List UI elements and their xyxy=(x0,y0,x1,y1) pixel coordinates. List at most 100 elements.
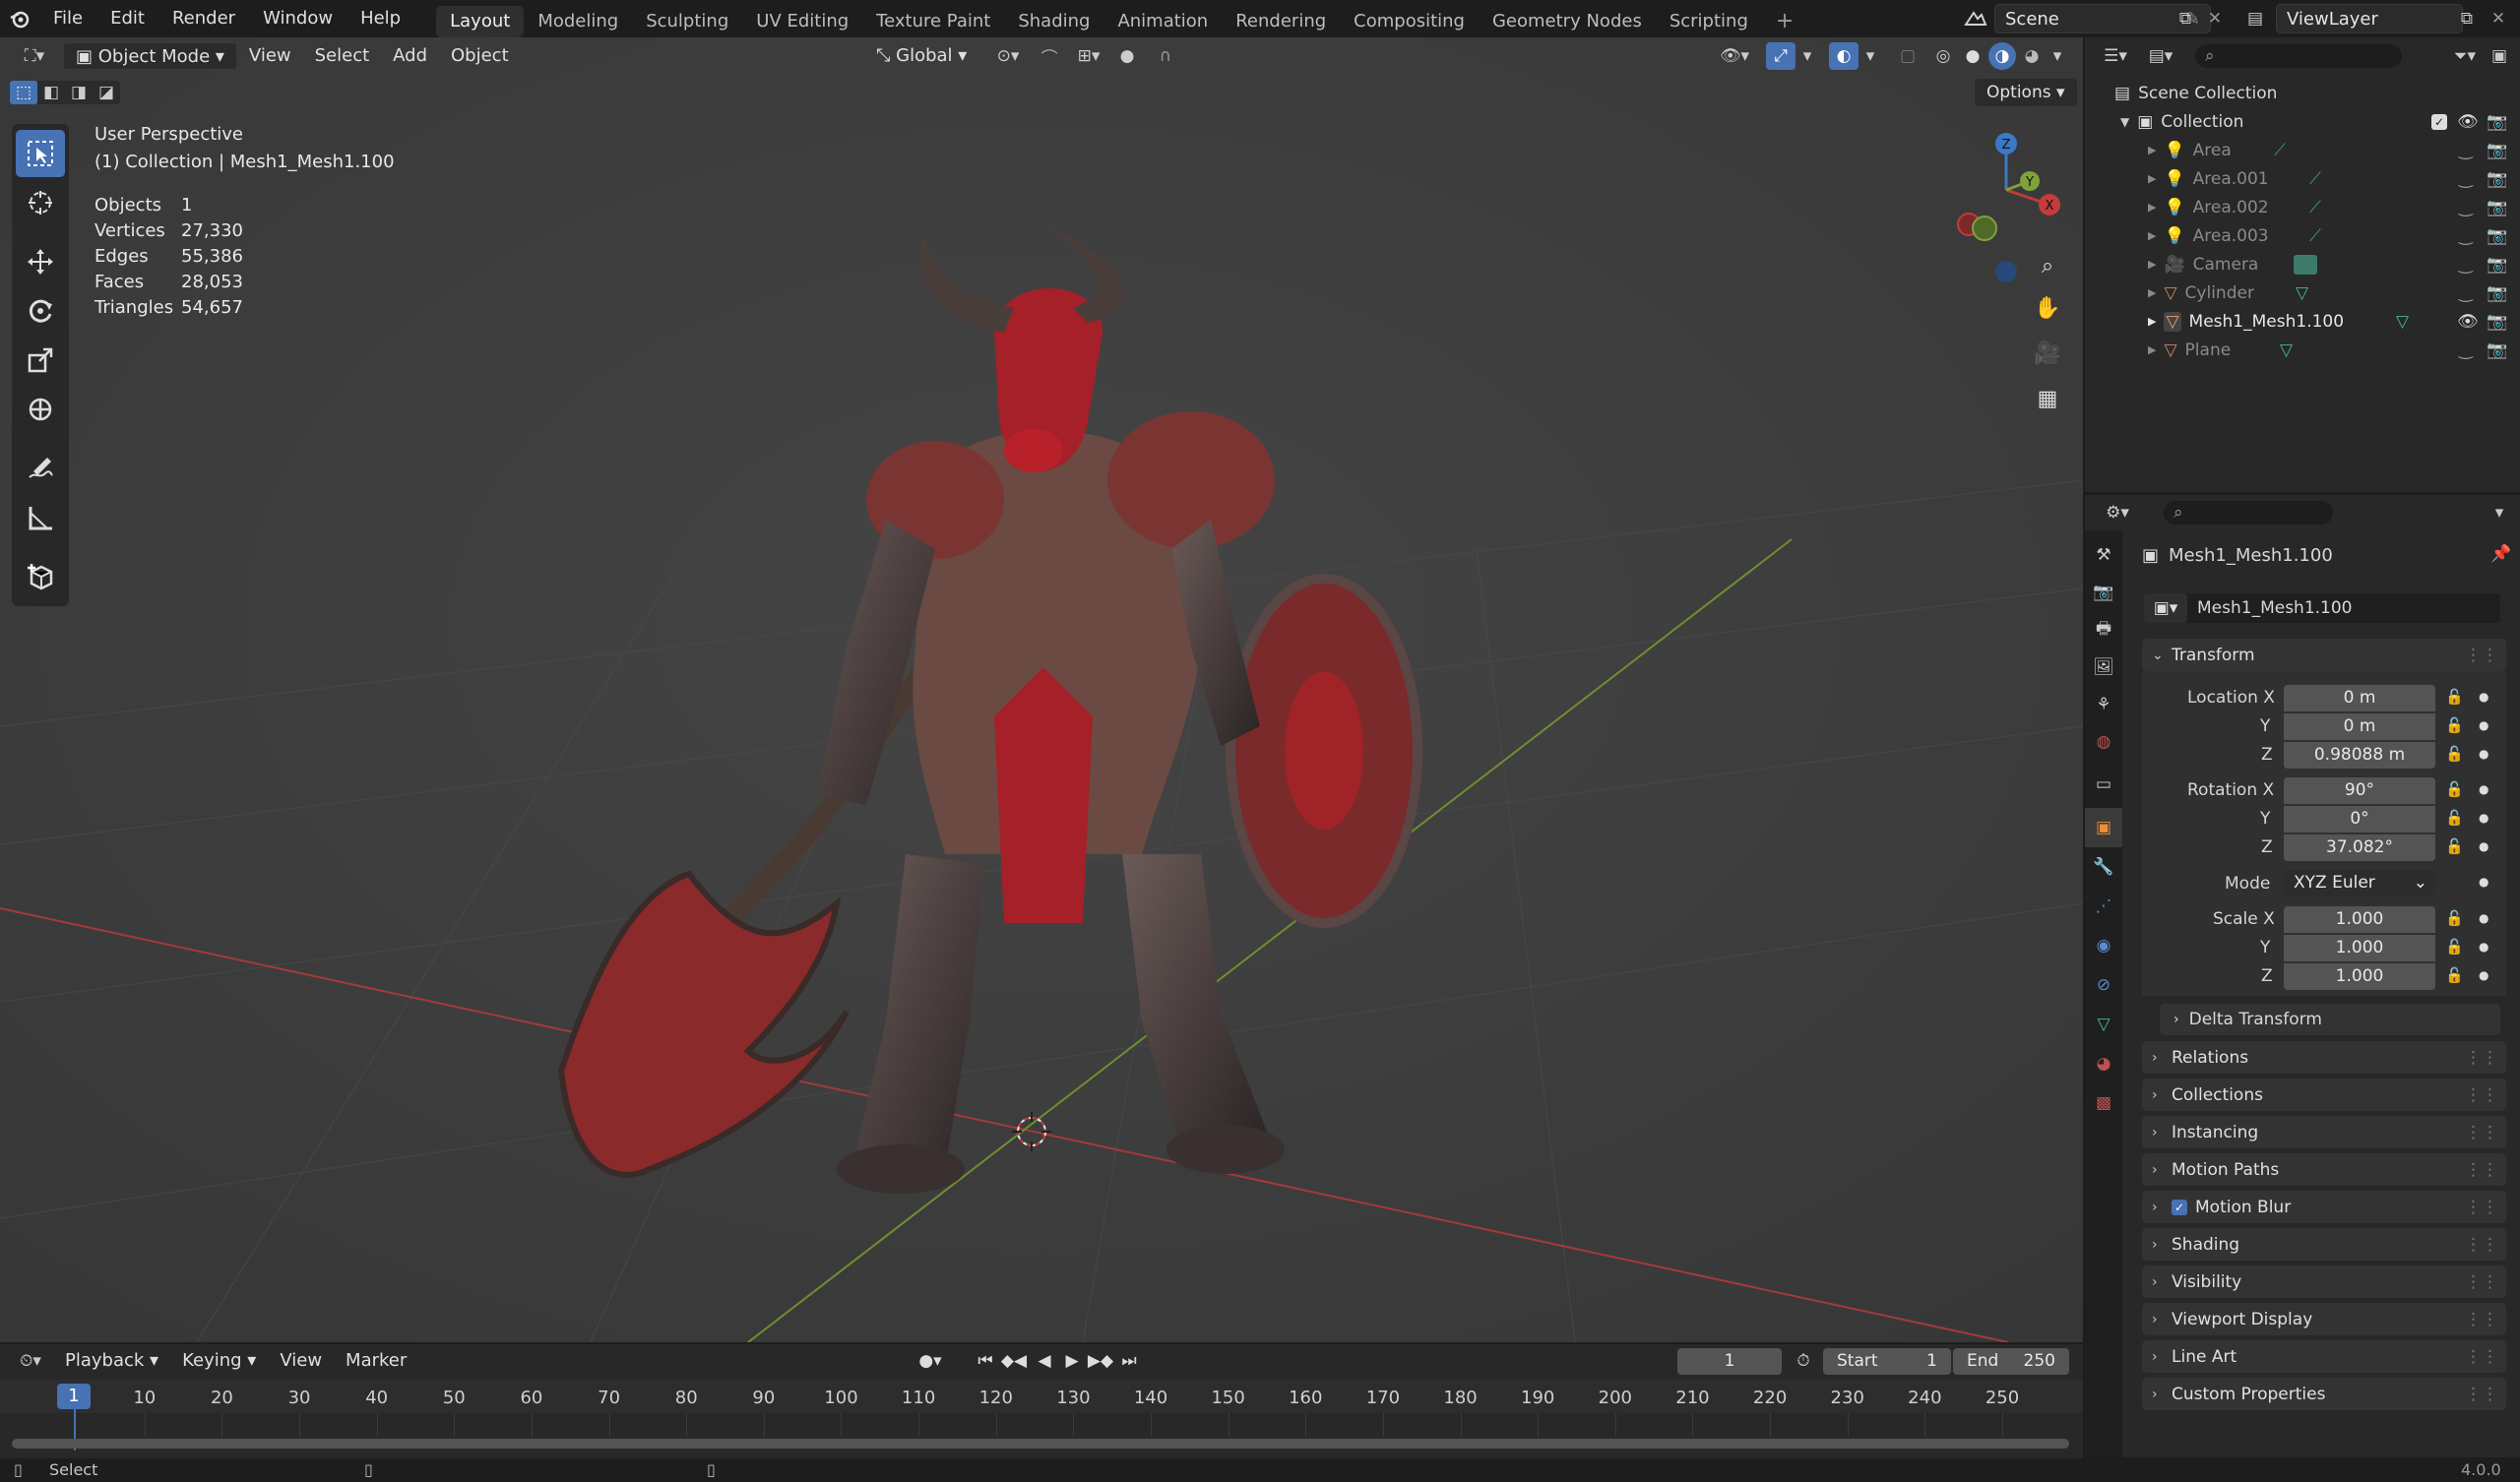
new-collection-icon[interactable]: ▣ xyxy=(2485,46,2514,66)
overlays-toggle-icon[interactable]: ◐ xyxy=(1829,42,1858,70)
texture-tab-icon[interactable]: ▩ xyxy=(2085,1083,2122,1123)
visibility-panel-header[interactable]: › Visibility ⋮⋮ xyxy=(2142,1266,2506,1298)
motion-paths-panel-header[interactable]: › Motion Paths ⋮⋮ xyxy=(2142,1153,2506,1186)
outliner-item-mesh1[interactable]: ▶ ▽ Mesh1_Mesh1.100 ▽ 👁 📷 xyxy=(2085,307,2520,336)
pivot-icon[interactable]: ⊙▾ xyxy=(988,43,1028,69)
visibility-icon[interactable]: 👁▾ xyxy=(1715,43,1754,69)
marker-menu[interactable]: Marker xyxy=(334,1347,418,1375)
physics-tab-icon[interactable]: ◉ xyxy=(2085,926,2122,965)
snap-target-icon[interactable]: ⊞▾ xyxy=(1069,43,1108,69)
editor-type-icon[interactable]: ⛶▾ xyxy=(10,41,59,71)
start-frame-field[interactable]: Start 1 xyxy=(1823,1348,1951,1375)
add-menu[interactable]: Add xyxy=(381,42,439,70)
expand-arrow-icon[interactable]: ▶ xyxy=(2148,144,2156,156)
select-new-icon[interactable]: ⬚ xyxy=(10,81,37,104)
properties-editor-icon[interactable]: ⚙▾ xyxy=(2095,503,2140,523)
material-shading-icon[interactable]: ◑ xyxy=(1988,42,2016,70)
render-camera-icon[interactable]: 📷 xyxy=(2487,112,2507,132)
transform-tool-icon[interactable] xyxy=(16,386,65,433)
timeline-editor-icon[interactable]: ⏲▾ xyxy=(8,1351,53,1371)
render-camera-icon[interactable]: 📷 xyxy=(2487,226,2507,246)
outliner-editor-icon[interactable]: ☰▾ xyxy=(2093,42,2138,70)
render-camera-icon[interactable]: 📷 xyxy=(2487,283,2507,303)
drag-handle-icon[interactable]: ⋮⋮ xyxy=(2465,1085,2498,1105)
lock-icon[interactable]: 🔓 xyxy=(2445,716,2464,734)
hide-eye-icon[interactable]: 👁 xyxy=(2457,112,2479,132)
data-tab-icon[interactable]: ▽ xyxy=(2085,1005,2122,1044)
outliner-item-area-003[interactable]: ▶ 💡 Area.003 ⟋ ‿ 📷 xyxy=(2085,221,2520,250)
render-camera-icon[interactable]: 📷 xyxy=(2487,198,2507,217)
menu-help[interactable]: Help xyxy=(346,0,414,37)
outliner-item-area[interactable]: ▶ 💡 Area ⟋ ‿ 📷 xyxy=(2085,136,2520,164)
keyframe-dot-icon[interactable]: ● xyxy=(2479,911,2488,925)
rendered-shading-icon[interactable]: ◕ xyxy=(2018,43,2046,69)
expand-arrow-icon[interactable]: ▶ xyxy=(2148,229,2156,242)
expand-arrow-icon[interactable]: ▶ xyxy=(2148,172,2156,185)
playhead[interactable]: 1 xyxy=(57,1384,91,1409)
render-camera-icon[interactable]: 📷 xyxy=(2487,312,2507,332)
properties-search-input[interactable]: ⌕ xyxy=(2164,501,2333,525)
hidden-eye-icon[interactable]: ‿ xyxy=(2459,283,2473,303)
tool-tab-icon[interactable]: ⚒ xyxy=(2085,536,2122,574)
drag-handle-icon[interactable]: ⋮⋮ xyxy=(2465,1160,2498,1180)
motion-blur-panel-header[interactable]: › ✓ Motion Blur ⋮⋮ xyxy=(2142,1191,2506,1223)
keyframe-dot-icon[interactable]: ● xyxy=(2479,747,2488,761)
scene-icon[interactable] xyxy=(1959,6,1992,31)
expand-chevron-icon[interactable]: ▼ xyxy=(2120,115,2129,129)
camera-view-icon[interactable]: 🎥 xyxy=(2030,331,2065,376)
object-menu[interactable]: Object xyxy=(439,42,521,70)
instancing-panel-header[interactable]: › Instancing ⋮⋮ xyxy=(2142,1116,2506,1148)
zoom-icon[interactable]: ⌕ xyxy=(2030,246,2065,285)
render-camera-icon[interactable]: 📷 xyxy=(2487,169,2507,189)
scale-tool-icon[interactable] xyxy=(16,337,65,384)
location-x-field[interactable]: 0 m xyxy=(2284,685,2435,711)
expand-arrow-icon[interactable]: ▶ xyxy=(2148,343,2156,356)
outliner-item-camera[interactable]: ▶ 🎥 Camera ‿ 📷 xyxy=(2085,250,2520,278)
render-tab-icon[interactable]: 📷 xyxy=(2085,574,2122,611)
next-keyframe-icon[interactable]: ▶◆ xyxy=(1087,1348,1114,1374)
keyframe-dot-icon[interactable]: ● xyxy=(2479,839,2488,853)
tab-geometry-nodes[interactable]: Geometry Nodes xyxy=(1479,6,1656,37)
outliner-item-cylinder[interactable]: ▶ ▽ Cylinder ▽ ‿ 📷 xyxy=(2085,278,2520,307)
tab-uv-editing[interactable]: UV Editing xyxy=(742,6,862,37)
lock-icon[interactable]: 🔓 xyxy=(2445,909,2464,927)
rotation-x-field[interactable]: 90° xyxy=(2284,777,2435,804)
menu-render[interactable]: Render xyxy=(158,0,249,37)
scale-z-field[interactable]: 1.000 xyxy=(2284,963,2435,990)
remove-viewlayer-icon[interactable]: ✕ xyxy=(2485,6,2512,31)
scale-x-field[interactable]: 1.000 xyxy=(2284,906,2435,933)
line-art-panel-header[interactable]: › Line Art ⋮⋮ xyxy=(2142,1340,2506,1373)
rotation-z-field[interactable]: 37.082° xyxy=(2284,834,2435,861)
object-datablock-selector[interactable]: ▣▾ Mesh1_Mesh1.100 xyxy=(2144,593,2500,623)
tab-scripting[interactable]: Scripting xyxy=(1656,6,1762,37)
shading-dropdown-icon[interactable]: ▾ xyxy=(2048,43,2067,69)
viewlayer-icon[interactable]: ▤ xyxy=(2238,6,2272,31)
new-scene-icon[interactable]: ⧉ xyxy=(2172,6,2199,31)
current-frame-field[interactable]: 1 xyxy=(1677,1348,1782,1375)
location-z-field[interactable]: 0.98088 m xyxy=(2284,742,2435,769)
drag-handle-icon[interactable]: ⋮⋮ xyxy=(2465,1048,2498,1068)
drag-handle-icon[interactable]: ⋮⋮ xyxy=(2465,1385,2498,1404)
menu-window[interactable]: Window xyxy=(249,0,346,37)
outliner-search-input[interactable]: ⌕ xyxy=(2195,44,2402,68)
add-workspace-icon[interactable]: + xyxy=(1762,6,1807,37)
expand-arrow-icon[interactable]: ▶ xyxy=(2148,258,2156,271)
jump-start-icon[interactable]: ⏮ xyxy=(973,1348,998,1374)
select-extend-icon[interactable]: ◧ xyxy=(37,81,65,104)
material-tab-icon[interactable]: ◕ xyxy=(2085,1044,2122,1083)
xray-icon[interactable]: ▢ xyxy=(1894,43,1922,69)
pin-properties-icon[interactable]: 📌 xyxy=(2490,544,2511,564)
view-menu[interactable]: View xyxy=(237,42,303,70)
collection-tab-icon[interactable]: ▭ xyxy=(2085,761,2122,808)
drag-handle-icon[interactable]: ⋮⋮ xyxy=(2465,646,2498,665)
timeline-scrollbar[interactable] xyxy=(12,1439,2069,1449)
play-reverse-icon[interactable]: ◀ xyxy=(1032,1348,1057,1374)
measure-tool-icon[interactable] xyxy=(16,494,65,541)
object-tab-icon[interactable]: ▣ xyxy=(2085,808,2122,847)
tab-modeling[interactable]: Modeling xyxy=(524,6,632,37)
keyframe-dot-icon[interactable]: ● xyxy=(2479,718,2488,732)
expand-arrow-icon[interactable]: ▶ xyxy=(2148,315,2156,328)
tab-animation[interactable]: Animation xyxy=(1103,6,1222,37)
overlays-dropdown-icon[interactable]: ▾ xyxy=(1860,43,1880,69)
hidden-eye-icon[interactable]: ‿ xyxy=(2459,255,2473,275)
